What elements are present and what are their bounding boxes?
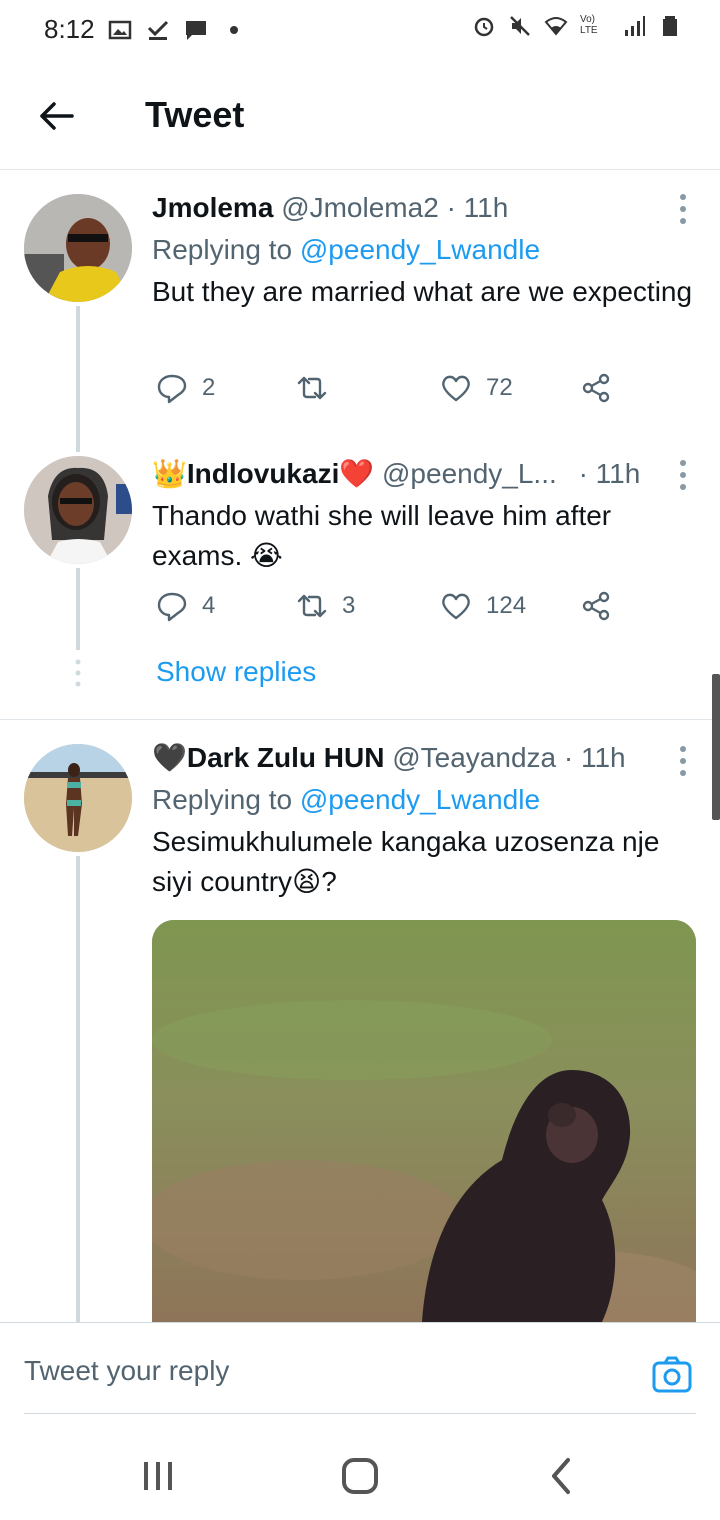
show-replies-link[interactable]: Show replies [156,656,316,688]
like-icon [442,593,470,620]
thread-line [76,856,80,1322]
avatar[interactable] [24,194,132,302]
user-name[interactable]: Dark Zulu HUN [187,742,385,773]
back-arrow-icon[interactable] [36,96,76,136]
gallery-icon [108,20,132,40]
replying-to: Replying to @peendy_Lwandle [152,232,696,268]
wifi-icon [544,17,568,36]
tweet-header: 🖤Dark Zulu HUN @Teayandza · 11h [152,740,696,776]
reply-composer: Tweet your reply [0,1322,720,1415]
tweet-time: · 11h [563,742,626,773]
tweet-indlovukazi[interactable]: 👑Indlovukazi❤️ @peendy_L... · 11h Thando… [0,420,720,720]
tweet-actions: 2 72 [152,372,622,416]
reply-button[interactable]: 4 [156,590,215,622]
message-icon [186,21,206,40]
like-button[interactable]: 124 [440,590,526,622]
tweet-media-gif[interactable] [152,920,696,1322]
thread-continuation-icon [75,659,81,687]
tweet-actions: 4 3 124 [152,590,622,634]
more-icon[interactable] [678,458,688,492]
share-button[interactable] [580,590,612,622]
system-icons: Vo) LTE [472,14,682,38]
more-icon[interactable] [678,192,688,226]
recents-icon[interactable] [138,1456,178,1496]
battery-icon [663,16,677,36]
alarm-icon [474,17,494,37]
status-time: 8:12 [44,14,95,44]
download-done-icon [147,20,169,40]
back-icon[interactable] [542,1456,582,1496]
mute-icon [510,16,530,36]
replying-to-link[interactable]: @peendy_Lwandle [300,784,540,815]
name-heart-emoji: ❤️ [339,458,375,489]
system-nav-bar [0,1414,720,1520]
like-count: 124 [486,592,527,619]
user-handle[interactable]: @peendy_L... [382,458,557,489]
tweet-jmolema[interactable]: Jmolema @Jmolema2 · 11h Replying to @pee… [0,170,720,420]
share-icon [582,373,610,403]
volte-label: Vo) LTE [580,14,598,36]
reply-icon [157,374,187,404]
user-handle[interactable]: @Teayandza [392,742,556,773]
home-icon[interactable] [340,1456,380,1496]
thread-line [76,420,80,452]
reply-icon [157,592,187,622]
share-icon [582,591,610,621]
top-app-bar: Tweet [0,60,720,170]
tweet-header: Jmolema @Jmolema2 · 11h [152,190,696,226]
replying-label: Replying to [152,234,293,265]
share-button[interactable] [580,372,612,404]
user-name[interactable]: Jmolema [152,192,273,223]
reply-count: 2 [202,374,216,401]
signal-icon [625,16,645,36]
status-bar: 8:12 Vo) LTE [0,0,720,60]
camera-icon[interactable] [652,1355,692,1395]
reply-count: 4 [202,592,216,619]
retweet-icon [297,594,327,618]
retweet-button[interactable] [296,372,342,404]
name-heart-emoji: 🖤 [152,742,187,773]
tweet-time: · 11h [446,192,509,223]
more-icon[interactable] [678,744,688,778]
scrollbar-thumb[interactable] [712,674,720,820]
replying-to: Replying to @peendy_Lwandle [152,782,696,818]
avatar[interactable] [24,456,132,564]
tweet-text: Sesimukhulumele kangaka uzosenza nje siy… [152,826,660,897]
page-title: Tweet [145,94,245,135]
dot-icon [230,26,238,34]
reply-button[interactable]: 2 [156,372,215,404]
notification-icons [108,18,246,42]
like-count: 72 [486,374,513,401]
tweet-text: Thando wathi she will leave him after ex… [152,500,612,571]
avatar[interactable] [24,744,132,852]
tweet-header: 👑Indlovukazi❤️ @peendy_L... · 11h [152,456,696,492]
thread-line [76,306,80,420]
tweet-time: · 11h [578,458,641,489]
retweet-button[interactable]: 3 [296,590,355,622]
tweet-reply-input[interactable]: Tweet your reply [24,1355,229,1387]
like-icon [442,375,470,402]
retweet-count: 3 [342,592,356,619]
replying-label: Replying to [152,784,293,815]
tweet-text: But they are married what are we expecti… [152,276,693,307]
thread-line [76,568,80,650]
retweet-icon [297,376,327,400]
user-handle[interactable]: @Jmolema2 [281,192,439,223]
replying-to-link[interactable]: @peendy_Lwandle [300,234,540,265]
user-name[interactable]: Indlovukazi [187,458,339,489]
name-crown-emoji: 👑 [152,458,187,489]
like-button[interactable]: 72 [440,372,513,404]
